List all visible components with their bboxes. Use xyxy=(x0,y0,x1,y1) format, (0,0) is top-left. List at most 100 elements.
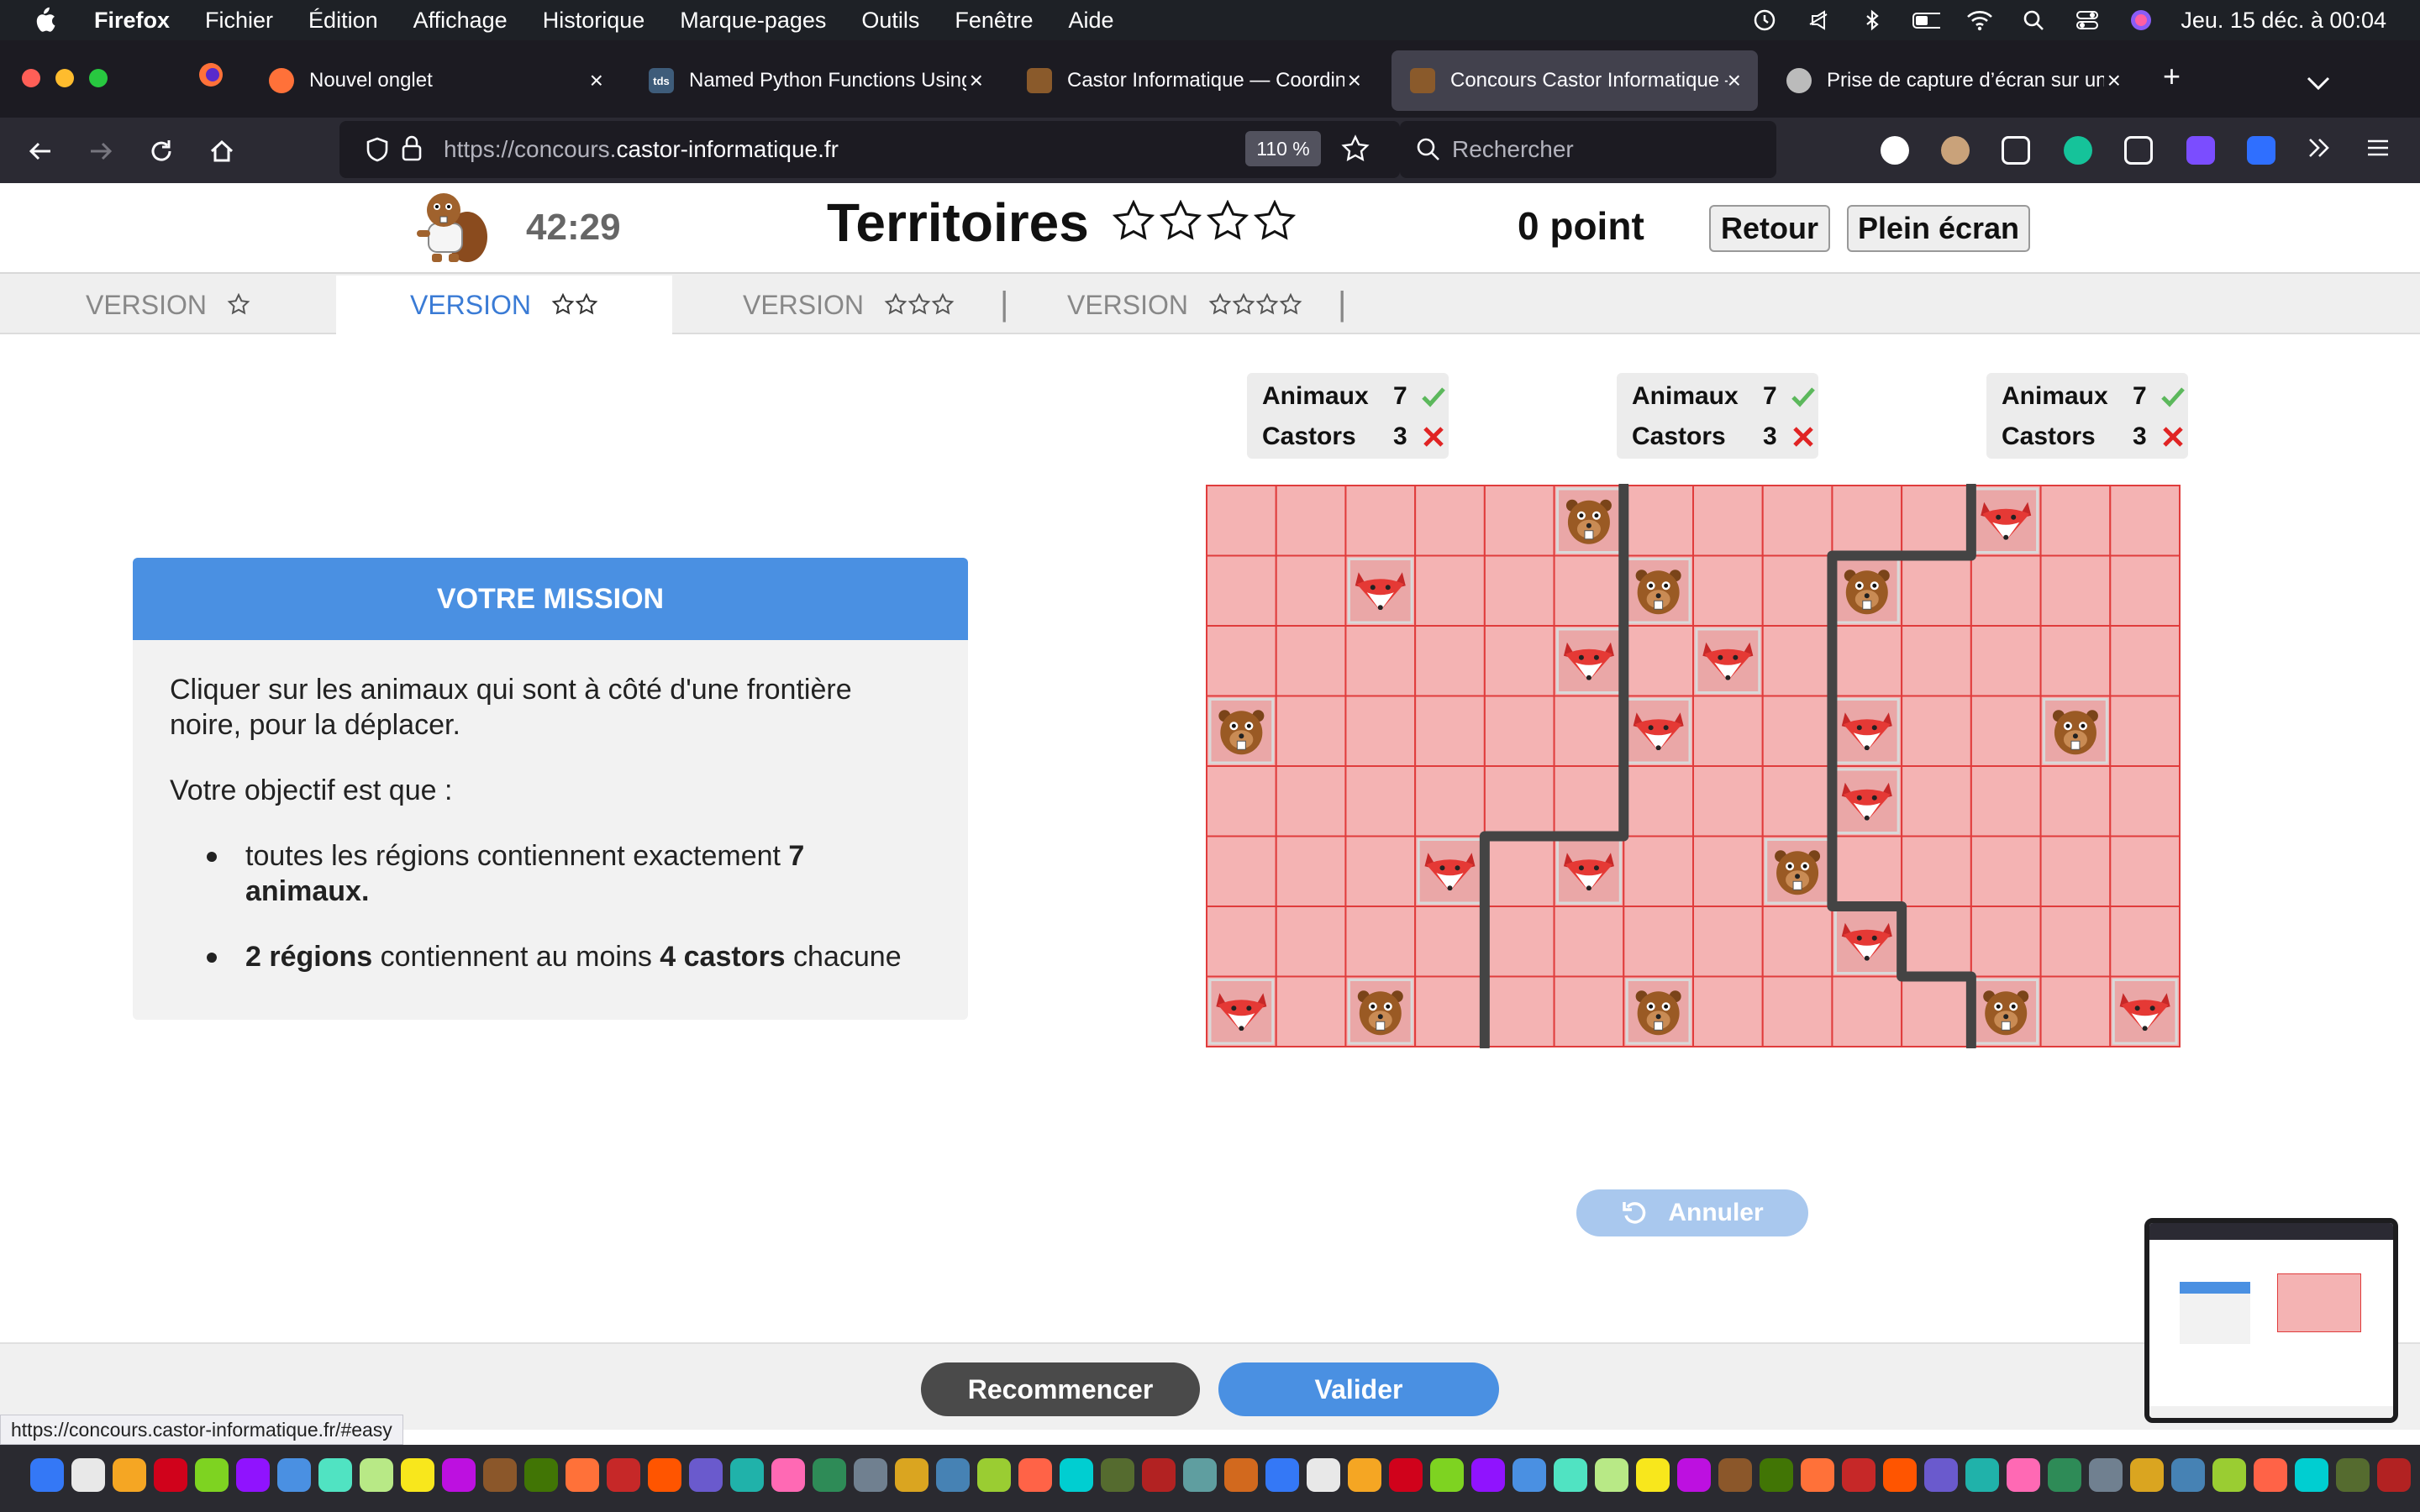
firefox-view-icon[interactable] xyxy=(197,60,225,97)
dock-app-icon[interactable] xyxy=(524,1458,558,1492)
extension-purple-icon[interactable] xyxy=(2186,136,2215,165)
dock-app-icon[interactable] xyxy=(195,1458,229,1492)
extension-p-icon[interactable] xyxy=(1881,136,1909,165)
tab-nouvel-onglet[interactable]: Nouvel onglet × xyxy=(250,50,620,111)
territory-grid[interactable] xyxy=(1205,480,2181,1053)
back-arrow-icon[interactable] xyxy=(22,133,59,170)
dock-app-icon[interactable] xyxy=(1677,1458,1711,1492)
menu-fichier[interactable]: Fichier xyxy=(205,8,273,34)
wifi-icon[interactable] xyxy=(1965,6,1994,34)
dock-app-icon[interactable] xyxy=(2007,1458,2040,1492)
forward-arrow-icon[interactable] xyxy=(82,133,119,170)
home-icon[interactable] xyxy=(203,133,240,170)
dock-app-icon[interactable] xyxy=(1224,1458,1258,1492)
battery-icon[interactable] xyxy=(1912,6,1941,34)
menubar-clock[interactable]: Jeu. 15 déc. à 00:04 xyxy=(2181,8,2386,34)
dock-app-icon[interactable] xyxy=(236,1458,270,1492)
menu-affichage[interactable]: Affichage xyxy=(413,8,508,34)
dock-app-icon[interactable] xyxy=(1471,1458,1505,1492)
dock-app-icon[interactable] xyxy=(2254,1458,2287,1492)
window-minimize-button[interactable] xyxy=(55,69,74,87)
dock-app-icon[interactable] xyxy=(2377,1458,2411,1492)
dock-app-icon[interactable] xyxy=(442,1458,476,1492)
menu-outils[interactable]: Outils xyxy=(861,8,919,34)
tab-close-icon[interactable]: × xyxy=(590,67,603,94)
bluetooth-icon[interactable] xyxy=(1858,6,1886,34)
fox-animal[interactable] xyxy=(1833,768,1900,834)
spotlight-search-icon[interactable] xyxy=(2019,6,2048,34)
dock-app-icon[interactable] xyxy=(1595,1458,1628,1492)
dock-app-icon[interactable] xyxy=(154,1458,187,1492)
fox-animal[interactable] xyxy=(1417,838,1483,905)
beaver-animal[interactable] xyxy=(1625,979,1691,1045)
list-all-tabs-chevron-icon[interactable] xyxy=(2306,64,2331,99)
tab-concours-castor-active[interactable]: Concours Castor Informatique – × xyxy=(1392,50,1758,111)
tab-close-icon[interactable]: × xyxy=(1348,67,1361,94)
dock-app-icon[interactable] xyxy=(30,1458,64,1492)
tab-close-icon[interactable]: × xyxy=(970,67,983,94)
new-tab-plus-icon[interactable]: + xyxy=(2163,59,2181,94)
dock-app-icon[interactable] xyxy=(360,1458,393,1492)
dock-app-icon[interactable] xyxy=(854,1458,887,1492)
bookmark-star-icon[interactable] xyxy=(1341,134,1370,167)
dock-app-icon[interactable] xyxy=(1842,1458,1876,1492)
fox-animal[interactable] xyxy=(1695,627,1761,694)
menu-aide[interactable]: Aide xyxy=(1068,8,1113,34)
menu-fenetre[interactable]: Fenêtre xyxy=(955,8,1033,34)
version-tab-1-star[interactable]: VERSION xyxy=(0,276,336,334)
url-text[interactable]: https://concours.castor-informatique.fr xyxy=(444,136,839,163)
dock-app-icon[interactable] xyxy=(1512,1458,1546,1492)
dock-app-icon[interactable] xyxy=(566,1458,599,1492)
fox-animal[interactable] xyxy=(1556,627,1622,694)
url-bar[interactable]: https://concours.castor-informatique.fr xyxy=(339,121,1400,178)
menu-historique[interactable]: Historique xyxy=(543,8,645,34)
screenshot-preview-thumbnail[interactable] xyxy=(2144,1218,2398,1423)
fox-animal[interactable] xyxy=(1556,838,1622,905)
fox-animal[interactable] xyxy=(1973,487,2039,554)
tab-close-icon[interactable]: × xyxy=(2107,67,2121,94)
fullscreen-button[interactable]: Plein écran xyxy=(1847,205,2030,252)
beaver-animal[interactable] xyxy=(1347,979,1413,1045)
dock-app-icon[interactable] xyxy=(1636,1458,1670,1492)
menu-marque-pages[interactable]: Marque-pages xyxy=(680,8,826,34)
dock-app-icon[interactable] xyxy=(1924,1458,1958,1492)
fox-animal[interactable] xyxy=(1833,698,1900,764)
tab-prise-de-capture[interactable]: Prise de capture d’écran sur un × xyxy=(1768,50,2138,111)
dock-app-icon[interactable] xyxy=(1018,1458,1052,1492)
dock-app-icon[interactable] xyxy=(1760,1458,1793,1492)
dock-app-icon[interactable] xyxy=(936,1458,970,1492)
extension-avatar-icon[interactable] xyxy=(1941,136,1970,165)
dock-app-icon[interactable] xyxy=(2212,1458,2246,1492)
fox-animal[interactable] xyxy=(1347,558,1413,624)
control-center-icon[interactable] xyxy=(2073,6,2102,34)
restart-button[interactable]: Recommencer xyxy=(921,1362,1200,1416)
dock-app-icon[interactable] xyxy=(113,1458,146,1492)
grammarly-icon[interactable] xyxy=(2064,136,2092,165)
pocket-icon[interactable] xyxy=(2002,136,2030,165)
dock-app-icon[interactable] xyxy=(1101,1458,1134,1492)
fox-animal[interactable] xyxy=(1208,979,1275,1045)
dock-app-icon[interactable] xyxy=(2295,1458,2328,1492)
extension-q-icon[interactable] xyxy=(2247,136,2275,165)
zoom-level-badge[interactable]: 110 % xyxy=(1245,131,1321,166)
territory-grid-canvas[interactable] xyxy=(1205,480,2181,1052)
dock-app-icon[interactable] xyxy=(1348,1458,1381,1492)
padlock-icon[interactable] xyxy=(400,134,424,167)
mute-icon[interactable] xyxy=(1804,6,1833,34)
dock-app-icon[interactable] xyxy=(648,1458,681,1492)
dock-app-icon[interactable] xyxy=(1883,1458,1917,1492)
tab-named-python-functions[interactable]: tds Named Python Functions Using × xyxy=(630,50,1000,111)
dock-app-icon[interactable] xyxy=(318,1458,352,1492)
beaver-animal[interactable] xyxy=(1625,558,1691,624)
fox-animal[interactable] xyxy=(2112,979,2178,1045)
dock-app-icon[interactable] xyxy=(1265,1458,1299,1492)
translate-extension-icon[interactable] xyxy=(2124,136,2153,165)
tab-castor-coordina[interactable]: Castor Informatique — Coordina × xyxy=(1008,50,1378,111)
dock-app-icon[interactable] xyxy=(2336,1458,2370,1492)
dock-app-icon[interactable] xyxy=(1554,1458,1587,1492)
beaver-animal[interactable] xyxy=(1765,838,1830,905)
beaver-animal[interactable] xyxy=(1833,558,1900,624)
dock-app-icon[interactable] xyxy=(977,1458,1011,1492)
version-tab-4-stars[interactable]: VERSION xyxy=(1034,276,1336,334)
time-machine-icon[interactable] xyxy=(1750,6,1779,34)
